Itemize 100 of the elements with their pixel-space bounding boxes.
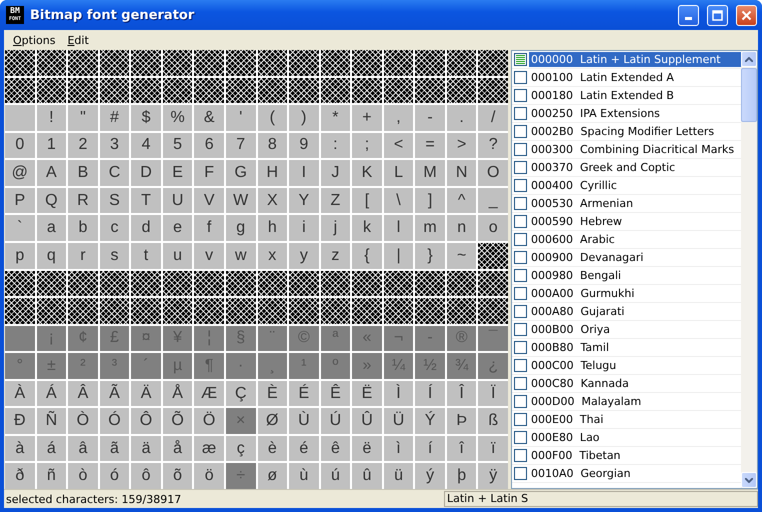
character-cell[interactable]: : (320, 132, 350, 158)
character-cell[interactable]: ú (320, 463, 350, 489)
range-item[interactable]: 000B80 Tamil (512, 339, 741, 357)
character-cell[interactable]: r (68, 242, 98, 268)
range-item[interactable]: 000980 Bengali (512, 267, 741, 285)
character-cell[interactable]: 9 (289, 132, 319, 158)
character-cell[interactable]: Ê (320, 380, 350, 406)
range-item[interactable]: 000100 Latin Extended A (512, 69, 741, 87)
checkbox[interactable] (514, 341, 527, 354)
close-button[interactable] (736, 4, 757, 26)
character-cell[interactable]: x (258, 242, 288, 268)
checkbox[interactable] (514, 449, 527, 462)
checkbox[interactable] (514, 71, 527, 84)
character-cell[interactable]: C (100, 160, 130, 186)
character-cell[interactable]: ô (131, 463, 161, 489)
range-item[interactable]: 000C00 Telugu (512, 357, 741, 375)
checkbox[interactable] (514, 377, 527, 390)
menu-item[interactable]: Options (7, 34, 62, 46)
character-cell[interactable]: a (36, 215, 66, 241)
character-cell[interactable]: Å (162, 380, 192, 406)
checkbox[interactable] (514, 467, 527, 480)
range-item[interactable]: 000530 Armenian (512, 195, 741, 213)
character-cell[interactable]: - (415, 105, 445, 131)
character-cell[interactable]: à (5, 436, 35, 462)
character-cell[interactable]: m (415, 215, 445, 241)
character-cell[interactable]: H (258, 160, 288, 186)
character-cell[interactable]: û (352, 463, 382, 489)
character-cell[interactable]: _ (478, 188, 508, 214)
checkbox[interactable] (514, 143, 527, 156)
scroll-up-button[interactable] (741, 51, 757, 67)
character-cell[interactable]: î (446, 436, 476, 462)
character-cell[interactable]: 7 (226, 132, 256, 158)
character-cell[interactable]: á (36, 436, 66, 462)
character-cell[interactable]: 3 (100, 132, 130, 158)
minimize-button[interactable] (678, 4, 699, 26)
character-cell[interactable]: ø (258, 463, 288, 489)
range-item[interactable]: 000D00 Malayalam (512, 393, 741, 411)
character-cell[interactable] (5, 105, 35, 131)
character-cell[interactable]: â (68, 436, 98, 462)
character-cell[interactable]: D (131, 160, 161, 186)
character-cell[interactable]: n (446, 215, 476, 241)
character-cell[interactable]: Ó (100, 408, 130, 434)
checkbox[interactable] (514, 197, 527, 210)
character-cell[interactable]: < (384, 132, 414, 158)
character-cell[interactable]: ' (226, 105, 256, 131)
character-cell[interactable]: I (289, 160, 319, 186)
character-cell[interactable]: t (131, 242, 161, 268)
character-cell[interactable]: Â (68, 380, 98, 406)
range-item[interactable]: 000A80 Gujarati (512, 303, 741, 321)
checkbox[interactable] (514, 269, 527, 282)
character-cell[interactable]: $ (131, 105, 161, 131)
character-cell[interactable]: Ä (131, 380, 161, 406)
character-cell[interactable]: ã (100, 436, 130, 462)
character-cell[interactable]: þ (446, 463, 476, 489)
character-cell[interactable]: V (194, 188, 224, 214)
checkbox[interactable] (514, 233, 527, 246)
character-cell[interactable]: ò (68, 463, 98, 489)
character-cell[interactable]: g (226, 215, 256, 241)
character-cell[interactable]: X (258, 188, 288, 214)
character-cell[interactable]: ; (352, 132, 382, 158)
character-cell[interactable]: 4 (131, 132, 161, 158)
character-cell[interactable]: æ (194, 436, 224, 462)
character-cell[interactable]: k (352, 215, 382, 241)
checkbox[interactable] (514, 395, 527, 408)
character-cell[interactable]: M (415, 160, 445, 186)
character-cell[interactable]: Ü (384, 408, 414, 434)
character-cell[interactable]: ? (478, 132, 508, 158)
checkbox[interactable] (514, 107, 527, 120)
character-cell[interactable]: p (5, 242, 35, 268)
character-cell[interactable]: ý (415, 463, 445, 489)
character-cell[interactable]: Æ (194, 380, 224, 406)
character-cell[interactable]: ç (226, 436, 256, 462)
character-cell[interactable]: " (68, 105, 98, 131)
character-cell[interactable]: U (162, 188, 192, 214)
character-cell[interactable]: % (162, 105, 192, 131)
character-cell[interactable]: | (384, 242, 414, 268)
character-cell[interactable]: È (258, 380, 288, 406)
character-cell[interactable]: Ì (384, 380, 414, 406)
character-cell[interactable]: Ë (352, 380, 382, 406)
character-cell[interactable]: É (289, 380, 319, 406)
character-cell[interactable]: í (415, 436, 445, 462)
character-cell[interactable]: Ú (320, 408, 350, 434)
character-cell[interactable]: s (100, 242, 130, 268)
character-cell[interactable]: 2 (68, 132, 98, 158)
character-cell[interactable]: > (446, 132, 476, 158)
character-cell[interactable]: ü (384, 463, 414, 489)
character-cell[interactable]: = (415, 132, 445, 158)
character-cell[interactable]: c (100, 215, 130, 241)
character-cell[interactable]: A (36, 160, 66, 186)
menu-item[interactable]: Edit (61, 34, 95, 46)
character-cell[interactable]: 0 (5, 132, 35, 158)
checkbox[interactable] (514, 287, 527, 300)
character-cell[interactable]: J (320, 160, 350, 186)
scroll-thumb[interactable] (741, 68, 757, 122)
range-item[interactable]: 000A00 Gurmukhi (512, 285, 741, 303)
checkbox[interactable] (514, 305, 527, 318)
range-item[interactable]: 000180 Latin Extended B (512, 87, 741, 105)
checkbox[interactable] (514, 161, 527, 174)
character-cell[interactable]: v (194, 242, 224, 268)
character-cell[interactable]: Q (36, 188, 66, 214)
